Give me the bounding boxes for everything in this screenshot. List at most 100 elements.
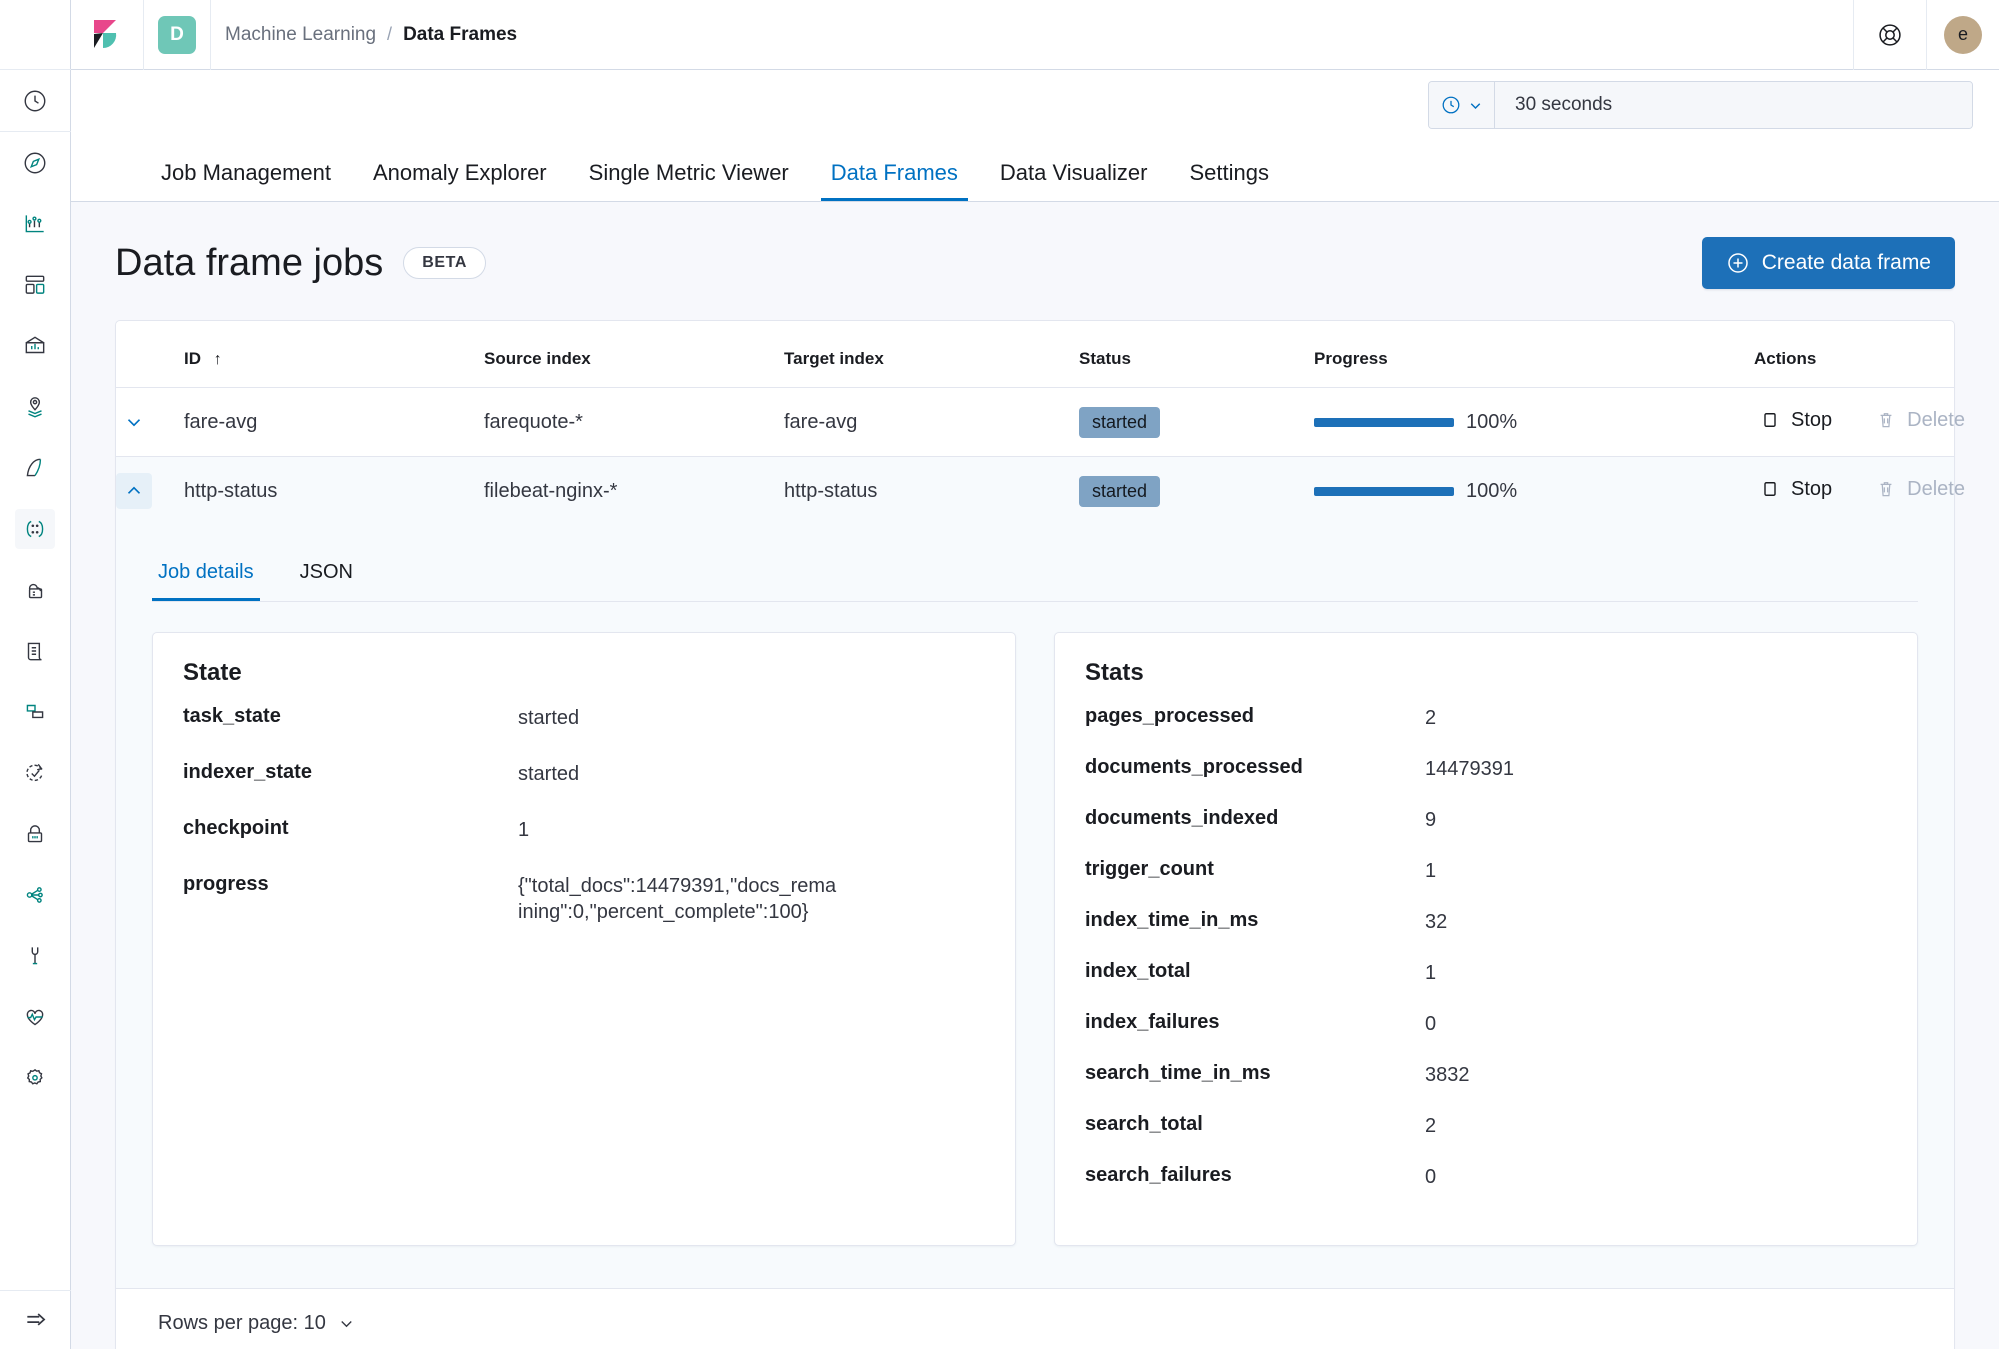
column-header-id[interactable]: ID ↑ (184, 321, 484, 388)
scroll-document-icon (15, 631, 55, 671)
sidebar-collapse-button[interactable] (0, 1290, 71, 1349)
canvas-easel-icon (15, 326, 55, 366)
beta-badge: BETA (403, 247, 486, 279)
state-item: progress {"total_docs":14479391,"docs_re… (183, 873, 985, 925)
header-divider-2 (210, 0, 211, 70)
create-data-frame-button[interactable]: Create data frame (1702, 237, 1955, 289)
sidebar-item-infrastructure[interactable] (0, 437, 71, 498)
heartbeat-icon (15, 997, 55, 1037)
breadcrumb-machine-learning[interactable]: Machine Learning (225, 24, 376, 46)
row-actions: Stop (1754, 477, 1971, 502)
stats-item: trigger_count 1 (1085, 858, 1887, 884)
state-value: started (518, 705, 838, 731)
tab-job-management[interactable]: Job Management (151, 160, 341, 201)
collapse-row-button[interactable] (116, 473, 152, 509)
table-footer: Rows per page: 10 (116, 1289, 1954, 1349)
trash-icon (1876, 479, 1896, 499)
tab-json[interactable]: JSON (294, 553, 359, 601)
help-button[interactable] (1854, 0, 1926, 70)
dashboard-grid-icon (15, 265, 55, 305)
cell-source-index: filebeat-nginx-* (484, 457, 784, 526)
column-header-status[interactable]: Status (1079, 321, 1314, 388)
progress-bar: 100% (1314, 480, 1754, 503)
sidebar-item-discover[interactable] (0, 132, 71, 193)
user-menu-button[interactable]: e (1927, 0, 1999, 70)
sidebar-item-graph[interactable] (0, 864, 71, 925)
refresh-interval-value[interactable]: 30 seconds (1495, 82, 1972, 128)
main-region: D Machine Learning / Data Frames (71, 0, 1999, 1349)
elastic-logo-icon[interactable] (85, 0, 129, 70)
sidebar-item-maps[interactable] (0, 376, 71, 437)
rows-per-page-selector[interactable]: Rows per page: 10 (152, 1311, 362, 1336)
tab-job-details[interactable]: Job details (152, 553, 260, 601)
status-badge: started (1079, 476, 1160, 507)
tab-anomaly-explorer[interactable]: Anomaly Explorer (363, 160, 557, 201)
app-root: D Machine Learning / Data Frames (0, 0, 1999, 1349)
stats-key: index_failures (1085, 1011, 1425, 1034)
progress-label: 100% (1466, 411, 1517, 434)
tab-settings[interactable]: Settings (1179, 160, 1279, 201)
state-key: indexer_state (183, 761, 518, 784)
sidebar-item-management[interactable] (0, 1047, 71, 1108)
breadcrumb-data-frames[interactable]: Data Frames (403, 24, 517, 46)
stop-button[interactable]: Stop (1754, 408, 1838, 433)
expand-row-button[interactable] (116, 404, 152, 440)
page-body: Data frame jobs BETA Create data frame (71, 202, 1999, 1349)
progress-label: 100% (1466, 480, 1517, 503)
sidebar-item-siem[interactable] (0, 681, 71, 742)
refresh-interval-picker[interactable]: 30 seconds (1428, 81, 1973, 129)
clock-check-icon (15, 753, 55, 793)
progress-track (1314, 487, 1454, 496)
sidebar-item-recently-viewed[interactable] (0, 70, 71, 131)
cell-id: http-status (184, 457, 484, 526)
column-header-source-index[interactable]: Source index (484, 321, 784, 388)
stop-button[interactable]: Stop (1754, 477, 1838, 502)
sidebar-item-apm[interactable] (0, 620, 71, 681)
column-header-progress[interactable]: Progress (1314, 321, 1754, 388)
sidebar-item-machine-learning[interactable] (0, 498, 71, 559)
tab-data-frames[interactable]: Data Frames (821, 160, 968, 201)
stats-value: 2 (1425, 1113, 1887, 1139)
bar-chart-icon (15, 204, 55, 244)
sidebar-item-security[interactable] (0, 803, 71, 864)
stats-key: search_time_in_ms (1085, 1062, 1425, 1085)
cell-actions: Stop (1754, 388, 1954, 457)
delete-button[interactable]: Delete (1870, 408, 1971, 433)
column-header-target-index[interactable]: Target index (784, 321, 1079, 388)
sidebar-item-logs[interactable] (0, 559, 71, 620)
sidebar-item-dev-tools[interactable] (0, 925, 71, 986)
stats-value: 9 (1425, 807, 1887, 833)
state-value: {"total_docs":14479391,"docs_remaining":… (518, 873, 838, 925)
map-pin-layers-icon (15, 387, 55, 427)
row-actions: Stop (1754, 408, 1971, 433)
space-badge[interactable]: D (158, 16, 196, 54)
job-detail-panel: Job details JSON State task_state (116, 541, 1954, 1272)
tab-single-metric-viewer[interactable]: Single Metric Viewer (579, 160, 799, 201)
delete-label: Delete (1907, 478, 1965, 501)
stats-key: trigger_count (1085, 858, 1425, 881)
refresh-interval-toggle[interactable] (1429, 82, 1495, 128)
sidebar-item-visualize[interactable] (0, 193, 71, 254)
stop-square-icon (1760, 410, 1780, 430)
cloud-server-icon (15, 570, 55, 610)
compass-icon (15, 143, 55, 183)
chevron-down-icon (337, 1314, 356, 1333)
stop-square-icon (1760, 479, 1780, 499)
table-head: ID ↑ Source index Target index Status Pr… (116, 321, 1954, 388)
delete-button[interactable]: Delete (1870, 477, 1971, 502)
state-card: State task_state started indexer_state (152, 632, 1016, 1246)
stats-value: 1 (1425, 960, 1887, 986)
sidebar-item-uptime[interactable] (0, 742, 71, 803)
clock-icon (15, 81, 55, 121)
sidebar-item-dashboard[interactable] (0, 254, 71, 315)
graph-nodes-icon (15, 875, 55, 915)
stats-key: documents_processed (1085, 756, 1425, 779)
page-header: Data frame jobs BETA Create data frame (115, 232, 1955, 294)
stats-key: pages_processed (1085, 705, 1425, 728)
tab-data-visualizer[interactable]: Data Visualizer (990, 160, 1158, 201)
sidebar-item-monitoring[interactable] (0, 986, 71, 1047)
layers-icon (15, 692, 55, 732)
infra-wave-icon (15, 448, 55, 488)
sidebar-item-canvas[interactable] (0, 315, 71, 376)
column-header-actions: Actions (1754, 321, 1954, 388)
